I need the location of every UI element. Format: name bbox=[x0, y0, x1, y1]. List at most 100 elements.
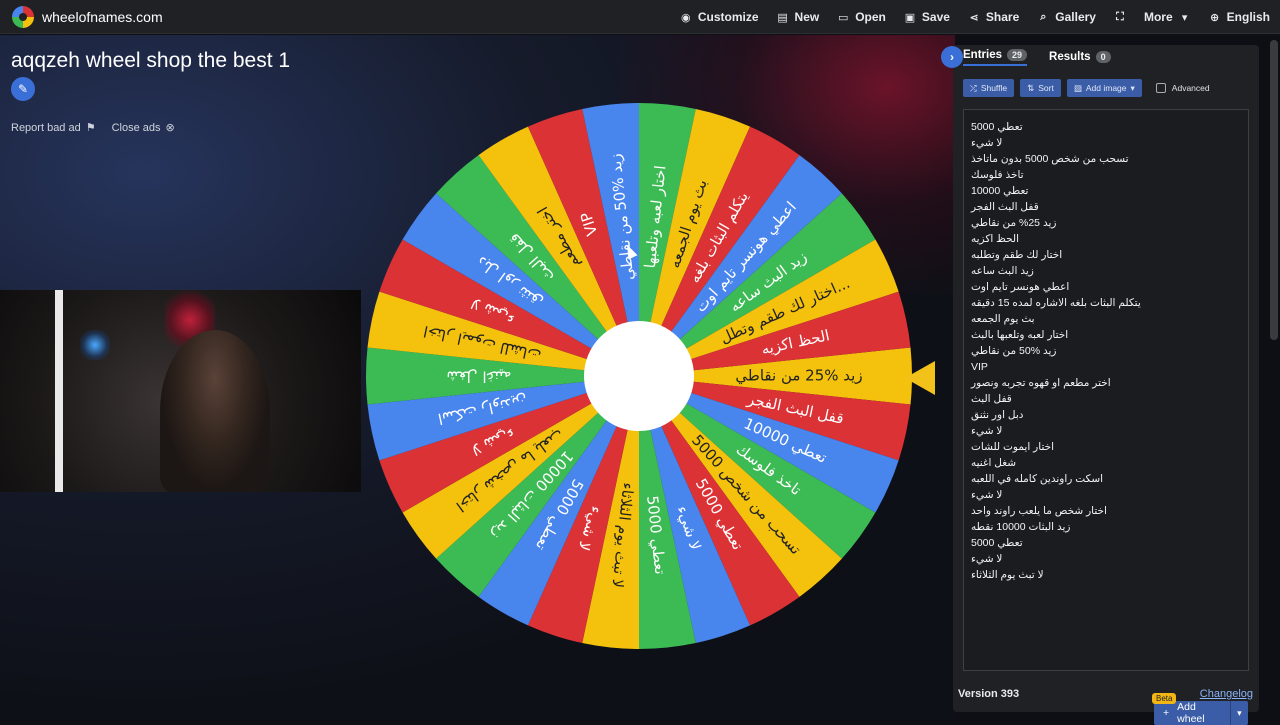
beta-badge: Beta bbox=[1152, 693, 1177, 704]
entry-item: الحظ اكزيه bbox=[971, 233, 1020, 245]
entry-item: قفل البث bbox=[971, 393, 1012, 405]
panel-tabs: Entries 29 Results 0 bbox=[953, 45, 1259, 69]
more-button[interactable]: More ▾ bbox=[1144, 10, 1191, 24]
add-wheel-dropdown-button[interactable]: ▾ bbox=[1229, 701, 1248, 725]
share-label: Share bbox=[985, 10, 1020, 24]
folder-icon: ▭ bbox=[838, 11, 849, 24]
entry-item: قفل البث الفجر bbox=[971, 201, 1039, 213]
gallery-label: Gallery bbox=[1055, 10, 1096, 24]
page-scrollbar[interactable] bbox=[1270, 40, 1278, 340]
entry-item: لا شيء bbox=[971, 553, 1003, 565]
entry-item: زيد البث ساعه bbox=[971, 265, 1034, 277]
entry-item: اختار شخص ما يلعب راوند واحد bbox=[971, 505, 1107, 517]
open-label: Open bbox=[855, 10, 886, 24]
edit-title-button[interactable]: ✎ bbox=[11, 77, 35, 101]
entry-item: اختار لك طقم وتطلبه bbox=[971, 249, 1063, 261]
pencil-icon: ✎ bbox=[17, 82, 29, 96]
entry-item: لا شيء bbox=[971, 425, 1003, 437]
main-nav: ◉ Customize ▤ New ▭ Open ▣ Save ⋖ Share ⌕ Gall… bbox=[680, 0, 1270, 34]
site-name: wheelofnames.com bbox=[42, 8, 163, 25]
sort-icon: ⇅ bbox=[1027, 82, 1035, 93]
advanced-label: Advanced bbox=[1171, 83, 1210, 93]
tab-entries[interactable]: Entries 29 bbox=[963, 48, 1028, 66]
palette-icon: ◉ bbox=[681, 11, 691, 24]
shuffle-icon: ⤮ bbox=[970, 82, 977, 93]
image-icon: ▨ bbox=[1073, 82, 1082, 93]
entries-textarea[interactable]: تعطي 5000 لا شيء تسحب من شخص 5000 بدون مات… bbox=[963, 109, 1249, 725]
entry-item: لا تبث يوم الثلاثاء bbox=[971, 569, 1044, 581]
sort-button[interactable]: ⇅ Sort bbox=[1020, 79, 1061, 97]
save-icon: ▣ bbox=[904, 11, 916, 24]
entry-item: تسحب من شخص 5000 بدون ماتاخذ bbox=[971, 153, 1129, 165]
wheel-title: aqqzeh wheel shop the best 1 bbox=[11, 49, 291, 72]
close-icon: ⊗ bbox=[165, 122, 175, 134]
report-bad-ad-label: Report bad ad bbox=[11, 121, 81, 134]
entries-toolbar: ⤮ Shuffle ⇅ Sort ▨ Add image ▾ Advanced bbox=[963, 79, 1210, 97]
entry-item: زيد البثات 10000 نقطه bbox=[971, 521, 1071, 533]
chevron-down-icon: ▾ bbox=[1237, 707, 1242, 718]
fullscreen-button[interactable]: ⛶ bbox=[1114, 11, 1126, 23]
entry-item: تعطي 5000 bbox=[971, 121, 1023, 133]
close-ads-label: Close ads bbox=[111, 121, 161, 134]
webcam-overlay bbox=[0, 290, 361, 492]
add-image-button[interactable]: ▨ Add image ▾ bbox=[1066, 79, 1142, 97]
webcam-light-strip bbox=[55, 290, 63, 492]
wheel-center-button[interactable] bbox=[584, 321, 694, 431]
add-image-label: Add image bbox=[1085, 83, 1127, 93]
webcam-person bbox=[160, 330, 270, 492]
wheel[interactable]: زيد %25 من نقاطي قفل البث الفجر تعطي 10000… bbox=[364, 101, 914, 651]
entry-item: بث يوم الجمعه bbox=[971, 313, 1035, 325]
sort-label: Sort bbox=[1038, 83, 1054, 93]
customize-label: Customize bbox=[697, 10, 759, 24]
save-label: Save bbox=[921, 10, 950, 24]
shuffle-button[interactable]: ⤮ Shuffle bbox=[963, 79, 1015, 97]
entry-item: زيد 25% من نقاطي bbox=[971, 217, 1057, 229]
tab-entries-label: Entries bbox=[963, 48, 1002, 61]
gallery-button[interactable]: ⌕ Gallery bbox=[1037, 10, 1096, 24]
entry-item: لا شيء bbox=[971, 489, 1003, 501]
add-wheel-button[interactable]: + Add wheel bbox=[1154, 701, 1230, 725]
wheel-segment-label: زيد %25 من نقاطي bbox=[735, 367, 862, 386]
language-label: English bbox=[1226, 10, 1270, 24]
entry-item: تعطي 5000 bbox=[971, 537, 1023, 549]
entry-item: اسكت راوندين كامله في اللعبه bbox=[971, 473, 1104, 485]
more-label: More bbox=[1143, 10, 1173, 24]
ad-links: Report bad ad ⚑ Close ads ⊗ bbox=[11, 121, 175, 135]
add-wheel-button-group: Beta + Add wheel ▾ bbox=[1152, 693, 1248, 725]
globe-icon: ⊕ bbox=[1210, 11, 1220, 24]
entry-item: شغل اغنيه bbox=[971, 457, 1017, 469]
entry-item: دبل اور نثنق bbox=[971, 409, 1024, 421]
entry-item: تعطي 10000 bbox=[971, 185, 1029, 197]
entry-item: يتكلم البثات بلغه الاشاره لمده 15 دقيقه bbox=[971, 297, 1141, 309]
advanced-checkbox[interactable]: Advanced bbox=[1155, 83, 1210, 93]
entry-item: اختر مطعم او قهوه تجربه ونصور bbox=[971, 377, 1111, 389]
logo[interactable]: wheelofnames.com bbox=[12, 5, 163, 28]
share-button[interactable]: ⋖ Share bbox=[968, 10, 1019, 24]
changelog-link[interactable]: Changelog bbox=[1200, 688, 1253, 700]
language-button[interactable]: ⊕ English bbox=[1209, 10, 1270, 24]
version-label: Version 393 bbox=[958, 688, 1020, 700]
new-label: New bbox=[794, 10, 820, 24]
chevron-down-icon: ▾ bbox=[1181, 11, 1188, 24]
file-icon: ▤ bbox=[777, 11, 788, 24]
entry-item: اختار ايموت للشات bbox=[971, 441, 1055, 453]
plus-icon: + bbox=[1163, 707, 1170, 719]
search-icon: ⌕ bbox=[1040, 10, 1047, 23]
customize-button[interactable]: ◉ Customize bbox=[680, 10, 759, 24]
shuffle-label: Shuffle bbox=[980, 83, 1008, 93]
logo-icon bbox=[12, 5, 34, 28]
new-button[interactable]: ▤ New bbox=[777, 10, 820, 24]
tab-results[interactable]: Results 0 bbox=[1049, 51, 1111, 63]
wheel-pointer bbox=[905, 361, 935, 395]
report-bad-ad-link[interactable]: Report bad ad ⚑ bbox=[11, 121, 96, 135]
webcam-blue-light bbox=[80, 330, 110, 360]
share-icon: ⋖ bbox=[969, 11, 979, 24]
entry-item: تاخذ فلوسك bbox=[971, 169, 1024, 181]
wheel-svg[interactable]: زيد %25 من نقاطيقفل البث الفجرتعطي 10000… bbox=[364, 101, 914, 651]
close-ads-link[interactable]: Close ads ⊗ bbox=[111, 121, 175, 135]
fullscreen-icon: ⛶ bbox=[1116, 10, 1124, 23]
open-button[interactable]: ▭ Open bbox=[837, 10, 886, 24]
save-button[interactable]: ▣ Save bbox=[904, 10, 950, 24]
entry-item: اختار لعبه وتلعبها بالبث bbox=[971, 329, 1069, 341]
entry-item: VIP bbox=[971, 361, 988, 373]
